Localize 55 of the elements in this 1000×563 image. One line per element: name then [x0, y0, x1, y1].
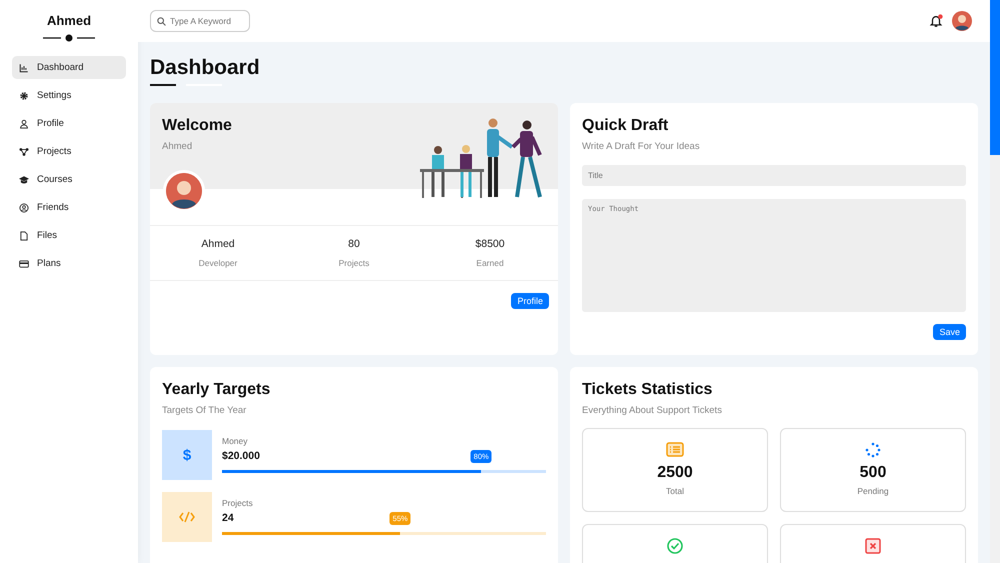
sidebar-item[interactable]: Settings: [12, 84, 126, 107]
card-title: Welcome: [162, 117, 232, 135]
sidebar-title: Ahmed: [46, 13, 92, 28]
avatar[interactable]: [952, 11, 972, 31]
card-subtitle: Everything About Support Tickets: [582, 405, 723, 416]
ticket-count: 500: [860, 464, 886, 482]
dollar-icon: $: [182, 446, 192, 464]
chart-icon: [19, 62, 29, 72]
target-label: Projects: [222, 498, 253, 508]
sidebar-item[interactable]: Dashboard: [12, 56, 126, 79]
ticket-label: Total: [666, 486, 684, 496]
target-label: Money: [222, 436, 248, 446]
stat-label: Earned: [476, 258, 504, 268]
sidebar-item[interactable]: Files: [12, 224, 126, 247]
card-title: Quick Draft: [582, 117, 670, 135]
search-field[interactable]: Type A Keyword: [150, 10, 250, 32]
graduation-cap-icon: [19, 174, 29, 184]
credit-card-icon: [19, 258, 29, 268]
sidebar-item[interactable]: Plans: [12, 252, 126, 275]
user-icon: [19, 118, 29, 128]
card-subtitle: Write A Draft For Your Ideas: [582, 141, 701, 152]
notification-bell-icon[interactable]: [929, 14, 943, 28]
target-value: $20.000: [222, 450, 260, 462]
save-button[interactable]: Save: [933, 324, 966, 340]
card-subtitle: Targets Of The Year: [162, 405, 248, 416]
stat-value: 80: [348, 238, 360, 250]
gear-icon: [19, 90, 29, 100]
ticket-label: Pending: [857, 486, 889, 496]
divider-dot-icon: [43, 34, 95, 42]
profile-button[interactable]: Profile: [511, 293, 549, 309]
x-square-icon: [864, 537, 882, 555]
code-icon: [179, 511, 195, 523]
stat-label: Projects: [338, 258, 370, 268]
scrollbar[interactable]: [990, 0, 1000, 563]
file-icon: [19, 230, 29, 240]
stat-label: Developer: [198, 258, 238, 268]
user-circle-icon: [19, 202, 29, 212]
check-circle-icon: [666, 537, 684, 555]
card-subtitle: Ahmed: [162, 141, 194, 152]
search-icon: [157, 16, 166, 26]
sidebar-item[interactable]: Projects: [12, 140, 126, 163]
sidebar-item[interactable]: Profile: [12, 112, 126, 135]
stat-value: $8500: [475, 238, 505, 250]
target-value: 24: [222, 512, 234, 524]
card-title: Yearly Targets: [162, 381, 272, 399]
sidebar-item[interactable]: Courses: [12, 168, 126, 191]
nodes-icon: [19, 146, 29, 156]
spinner-icon: [864, 441, 882, 459]
list-icon: [666, 441, 684, 459]
title-input-field[interactable]: Title: [582, 165, 966, 186]
page-title: Dashboard: [150, 56, 261, 80]
stat-value: Ahmed: [201, 238, 235, 250]
ticket-count: 2500: [657, 464, 693, 482]
card-title: Tickets Statistics: [582, 381, 714, 399]
sidebar-item[interactable]: Friends: [12, 196, 126, 219]
